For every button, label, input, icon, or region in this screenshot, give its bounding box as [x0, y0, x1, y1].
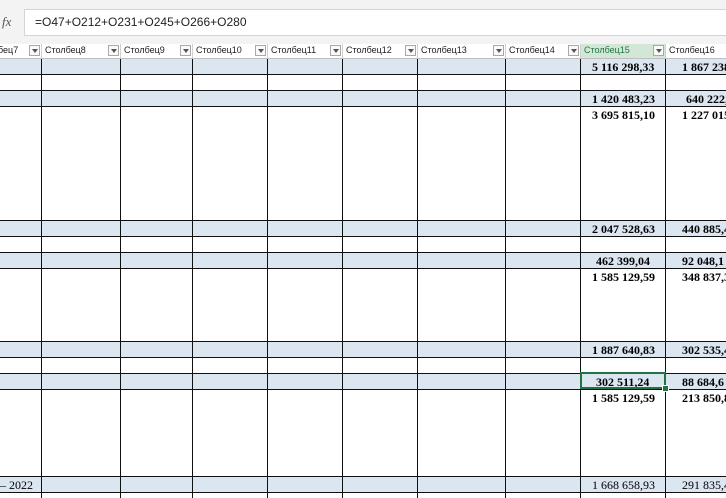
col-border [665, 59, 666, 498]
cell-col15[interactable]: 1 668 658,93 [592, 478, 655, 492]
header-col16-label: Столбец16 [669, 45, 715, 55]
cell-col16[interactable]: 348 837,3 [682, 270, 726, 284]
col-border [267, 59, 268, 498]
filter-dropdown-icon[interactable] [29, 45, 40, 56]
cell-col16[interactable]: 1 227 015, [682, 108, 726, 122]
header-col7-label: бец7 [0, 45, 19, 55]
row-label-cell[interactable]: – 2022 [0, 478, 33, 492]
cell-col16[interactable]: 213 850,8 [682, 391, 726, 405]
fill-handle[interactable] [662, 385, 669, 392]
filter-dropdown-icon[interactable] [255, 45, 266, 56]
cell-col16[interactable]: 640 222,9 [686, 92, 726, 106]
row-border [0, 357, 726, 358]
col-border [505, 59, 506, 498]
header-col14[interactable]: Столбец14 [506, 44, 581, 58]
cell-col16[interactable]: 1 867 238, [682, 60, 726, 74]
filter-dropdown-icon[interactable] [568, 45, 579, 56]
header-col9[interactable]: Столбец9 [121, 44, 193, 58]
col-border [580, 59, 581, 498]
formula-input[interactable]: =O47+O212+O231+O245+O266+O280 [24, 9, 726, 36]
row-border [0, 90, 726, 91]
header-col7[interactable]: бец7 [0, 44, 42, 58]
col-border [120, 59, 121, 498]
filter-dropdown-icon[interactable] [180, 45, 191, 56]
filter-dropdown-icon[interactable] [653, 45, 664, 56]
cell-col15[interactable]: 1 585 129,59 [592, 391, 655, 405]
header-col12[interactable]: Столбец12 [343, 44, 418, 58]
header-col11[interactable]: Столбец11 [268, 44, 343, 58]
row-border [0, 106, 726, 107]
selected-cell[interactable] [580, 372, 666, 389]
cell-col16[interactable]: 302 535,4 [682, 343, 726, 357]
cell-col15[interactable]: 1 585 129,59 [592, 270, 655, 284]
header-col15[interactable]: Столбец15 [581, 44, 666, 58]
header-col8-label: Столбец8 [45, 45, 86, 55]
header-col10-label: Столбец10 [196, 45, 242, 55]
insert-function-icon[interactable]: fx [0, 10, 24, 38]
row-border [0, 220, 726, 221]
header-col11-label: Столбец11 [271, 45, 317, 55]
row-border [0, 252, 726, 253]
filter-dropdown-icon[interactable] [405, 45, 416, 56]
col-border [192, 59, 193, 498]
cell-col16[interactable]: 291 835,4 [682, 478, 726, 492]
header-col9-label: Столбец9 [124, 45, 165, 55]
row-border [0, 492, 726, 493]
header-col13-label: Столбец13 [421, 45, 467, 55]
row-border [0, 389, 726, 390]
formula-bar: fx =O47+O212+O231+O245+O266+O280 [0, 0, 726, 46]
filter-dropdown-icon[interactable] [108, 45, 119, 56]
cell-col15[interactable]: 1 887 640,83 [592, 343, 655, 357]
col-border [417, 59, 418, 498]
row-border [0, 341, 726, 342]
header-col10[interactable]: Столбец10 [193, 44, 268, 58]
header-col12-label: Столбец12 [346, 45, 392, 55]
row-border [0, 74, 726, 75]
col-border [342, 59, 343, 498]
spreadsheet-grid[interactable]: 5 116 298,33 1 420 483,23 3 695 815,10 2… [0, 59, 726, 498]
filter-dropdown-icon[interactable] [330, 45, 341, 56]
filter-dropdown-icon[interactable] [493, 45, 504, 56]
row-border [0, 268, 726, 269]
row-border [0, 476, 726, 477]
table-header-row: бец7 Столбец8 Столбец9 Столбец10 Столбец… [0, 44, 726, 59]
cell-col16[interactable]: 88 684,6 [682, 375, 726, 389]
cell-col15[interactable]: 3 695 815,10 [592, 108, 655, 122]
cell-col15[interactable]: 2 047 528,63 [592, 222, 655, 236]
cell-col16[interactable]: 440 885,4 [682, 222, 726, 236]
col-border [41, 59, 42, 498]
header-col13[interactable]: Столбец13 [418, 44, 506, 58]
row-border [0, 236, 726, 237]
header-col15-label: Столбец15 [584, 45, 630, 55]
fx-glyph: fx [2, 14, 12, 29]
header-col14-label: Столбец14 [509, 45, 555, 55]
cell-col15[interactable]: 5 116 298,33 [592, 60, 654, 74]
cell-col15[interactable]: 1 420 483,23 [592, 92, 655, 106]
formula-text: =O47+O212+O231+O245+O266+O280 [35, 15, 247, 29]
cell-col16[interactable]: 92 048,1 [682, 254, 726, 268]
header-col8[interactable]: Столбец8 [42, 44, 121, 58]
header-col16[interactable]: Столбец16 [666, 44, 726, 58]
cell-col15[interactable]: 462 399,04 [596, 254, 650, 268]
